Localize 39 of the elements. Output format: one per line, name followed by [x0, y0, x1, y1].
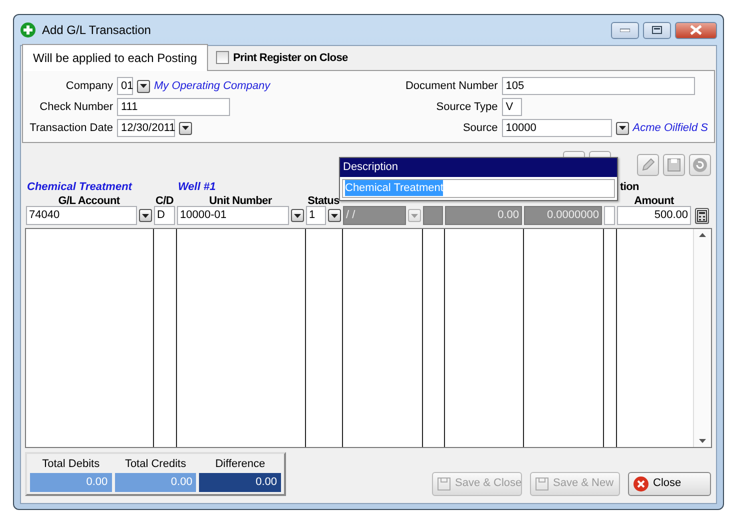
- input-field[interactable]: 105: [502, 77, 695, 95]
- input-field[interactable]: D: [154, 206, 175, 225]
- column-header: G/L Account: [58, 194, 120, 205]
- selected-text: Chemical Treatment: [345, 180, 444, 196]
- field-label: Check Number: [38, 100, 113, 115]
- column-header: Unit Number: [209, 194, 272, 205]
- field-label: Source: [462, 120, 498, 136]
- lookup-name: Acme Oilfield S: [632, 120, 708, 136]
- input-field[interactable]: 1: [306, 206, 326, 225]
- input-field[interactable]: 111: [117, 98, 230, 116]
- column-caption: tion: [620, 181, 639, 193]
- total-label: Total Debits: [41, 457, 101, 472]
- total-value: 0.00: [199, 472, 282, 492]
- total-label: Difference: [214, 457, 266, 472]
- column-header: Amount: [634, 194, 674, 205]
- total-value: 0.00: [114, 472, 196, 492]
- column-header: Status: [308, 194, 340, 205]
- close-button[interactable]: Close: [628, 472, 711, 496]
- lookup-name: My Operating Company: [154, 78, 270, 94]
- field-label: Company: [64, 78, 113, 94]
- popup-title: Description: [340, 158, 617, 176]
- input-field[interactable]: 10000-01: [177, 206, 289, 225]
- field-label: Source Type: [435, 100, 498, 115]
- column-caption: Well #1: [178, 181, 216, 193]
- window-title: Add G/L Transaction: [42, 22, 151, 39]
- input-field[interactable]: V: [502, 98, 522, 116]
- combo-field[interactable]: 10000: [502, 119, 612, 137]
- field-label: Document Number: [404, 78, 498, 94]
- date-field[interactable]: 12/30/2011: [117, 119, 175, 137]
- column-caption: Chemical Treatment: [27, 181, 132, 193]
- total-label: Total Credits: [124, 457, 188, 472]
- total-value: 0.00: [30, 472, 112, 492]
- checkbox-label: Print Register on Close: [233, 50, 348, 66]
- input-field[interactable]: 500.00: [617, 206, 691, 225]
- field-label: Transaction Date: [28, 120, 113, 136]
- tab[interactable]: Will be applied to each Posting: [22, 44, 208, 71]
- combo-field[interactable]: 01: [117, 77, 133, 95]
- input-field[interactable]: 74040: [26, 206, 137, 225]
- column-header: C/D: [155, 194, 174, 205]
